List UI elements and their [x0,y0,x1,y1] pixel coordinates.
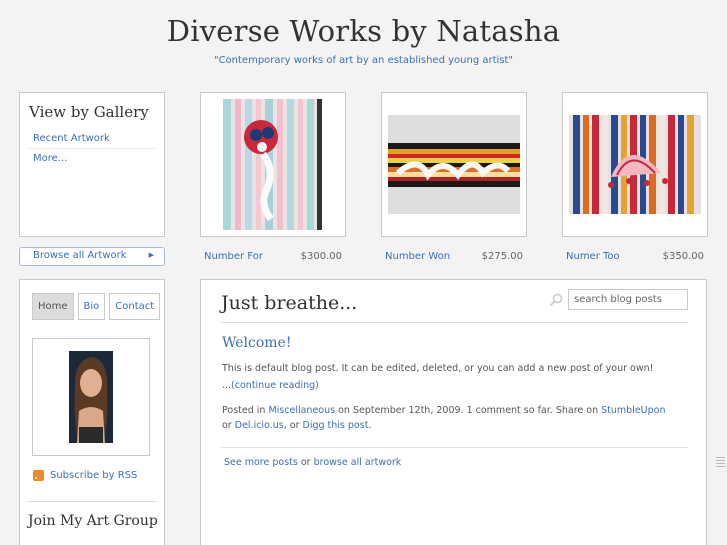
gallery-link-recent-artwork[interactable]: Recent Artwork [29,129,155,149]
post-title[interactable]: Welcome! [222,335,291,351]
blog-heading: Just breathe... [221,292,358,314]
gallery-heading: View by Gallery [29,103,149,121]
site-title[interactable]: Diverse Works by Natasha [0,14,727,48]
post-body: This is default blog post. It can be edi… [222,363,654,374]
blog-divider-2 [221,447,688,448]
continue-reading-link[interactable]: ...(continue reading) [222,380,319,391]
meta-or-2: , or [283,420,300,431]
tab-bio[interactable]: Bio [77,293,106,320]
meta-or: or [222,420,232,431]
meta-posted-in: Posted in [222,405,266,416]
see-more-posts-link[interactable]: See more posts [224,457,298,468]
share-stumbleupon-link[interactable]: StumbleUpon [601,405,665,416]
tab-home[interactable]: Home [32,293,74,320]
share-digg-link[interactable]: Digg this post [303,420,369,431]
artwork-thumbnail-2[interactable] [381,92,527,237]
category-link[interactable]: Miscellaneous [268,405,335,416]
artwork-thumbnail-1[interactable] [200,92,346,237]
browse-all-label: Browse all Artwork [33,250,127,261]
artwork-title-3[interactable]: Numer Too [566,251,620,262]
site-tagline: "Contemporary works of art by an establi… [213,55,514,66]
arrow-right-icon: ▶ [148,251,154,259]
nav-sidebar: Home Bio Contact Subscribe by RSS Join M… [19,279,165,545]
blog-panel: Just breathe... Welcome! This is default… [200,279,707,545]
blog-footer: See more posts or browse all artwork [224,457,401,468]
blog-divider [221,322,688,323]
artwork-price-2: $275.00 [481,251,523,262]
artwork-image-3 [569,115,701,214]
join-art-group-heading: Join My Art Group [28,513,158,529]
artwork-image-1 [223,99,322,230]
subscribe-rss-label: Subscribe by RSS [50,470,138,481]
gallery-sidebar: View by Gallery Recent Artwork More... [19,92,165,237]
rss-icon [33,470,44,481]
nav-tabs: Home Bio Contact [32,293,161,320]
artwork-title-1[interactable]: Number For [204,251,263,262]
artwork-price-3: $350.00 [662,251,704,262]
artwork-thumbnail-3[interactable] [562,92,708,237]
scrollbar-grip[interactable] [716,455,725,475]
footer-or: or [300,457,311,468]
search-input[interactable] [568,289,688,310]
browse-all-artwork-link[interactable]: browse all artwork [314,457,402,468]
artwork-image-2 [388,115,520,214]
subscribe-rss-link[interactable]: Subscribe by RSS [33,470,137,481]
tab-contact[interactable]: Contact [109,293,161,320]
artist-portrait [69,351,113,443]
post-meta: Posted in Miscellaneous on September 12t… [222,403,672,433]
artwork-title-2[interactable]: Number Won [385,251,450,262]
share-delicious-link[interactable]: Del.icio.us [235,420,284,431]
meta-date: on September 12th, 2009. 1 comment so fa… [338,405,599,416]
artist-portrait-frame [32,338,150,456]
search-icon[interactable] [549,293,563,307]
meta-end: . [368,420,372,431]
gallery-link-more[interactable]: More... [29,149,155,168]
nav-divider [28,501,156,502]
artwork-price-1: $300.00 [300,251,342,262]
browse-all-artwork-button[interactable]: Browse all Artwork ▶ [19,247,165,266]
